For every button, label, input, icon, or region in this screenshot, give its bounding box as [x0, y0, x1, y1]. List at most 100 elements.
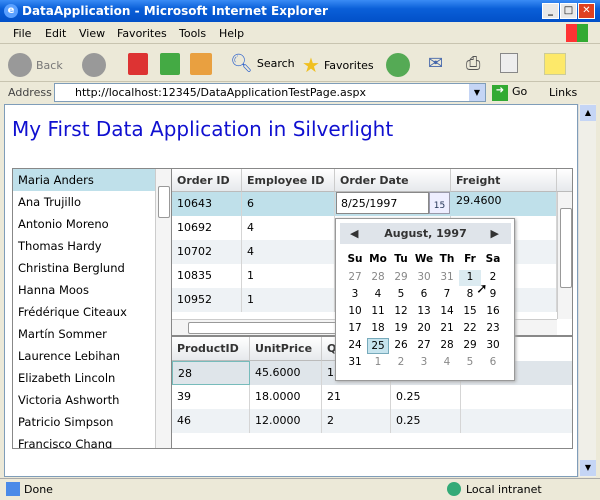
- calendar-day[interactable]: 6: [482, 355, 504, 371]
- refresh-button[interactable]: [160, 53, 180, 75]
- column-header[interactable]: Order ID: [172, 169, 242, 192]
- calendar-day[interactable]: 26: [390, 338, 412, 354]
- order-date-input[interactable]: 8/25/1997: [336, 192, 429, 214]
- column-header[interactable]: Freight: [451, 169, 557, 192]
- page-scrollbar[interactable]: ▲ ▼: [578, 104, 596, 477]
- table-cell: 12.0000: [250, 409, 322, 433]
- minimize-button[interactable]: _: [542, 3, 559, 19]
- calendar-day[interactable]: 12: [390, 304, 412, 320]
- menu-help[interactable]: Help: [219, 27, 244, 40]
- calendar-day[interactable]: 31: [344, 355, 366, 371]
- calendar-day[interactable]: 15: [459, 304, 481, 320]
- scroll-down-button[interactable]: ▼: [580, 460, 596, 476]
- print-button[interactable]: ⎙: [466, 53, 480, 74]
- calendar-day[interactable]: 19: [390, 321, 412, 337]
- calendar-day[interactable]: 4: [367, 287, 389, 303]
- table-cell: 18.0000: [250, 385, 322, 409]
- search-button[interactable]: 🔍︎ Search: [230, 53, 295, 74]
- prev-month-button[interactable]: ◀: [350, 227, 358, 240]
- calendar-day[interactable]: 5: [459, 355, 481, 371]
- column-header[interactable]: ProductID: [172, 337, 250, 361]
- calendar-day[interactable]: 1: [367, 355, 389, 371]
- calendar-day[interactable]: 4: [436, 355, 458, 371]
- orders-vertical-scrollbar[interactable]: [557, 192, 572, 319]
- calendar-day[interactable]: 11: [367, 304, 389, 320]
- calendar-day[interactable]: 30: [413, 270, 435, 286]
- calendar-icon: 15: [433, 201, 446, 211]
- customer-list-item[interactable]: Ana Trujillo: [13, 191, 172, 213]
- stop-button[interactable]: [128, 53, 148, 75]
- calendar-day[interactable]: 29: [390, 270, 412, 286]
- calendar-day[interactable]: 29: [459, 338, 481, 354]
- links-button[interactable]: Links: [549, 86, 577, 99]
- calendar-day[interactable]: 13: [413, 304, 435, 320]
- menu-tools[interactable]: Tools: [179, 27, 206, 40]
- calendar-month-title[interactable]: August, 1997: [384, 227, 466, 240]
- calendar-day[interactable]: 5: [390, 287, 412, 303]
- forward-button[interactable]: [82, 53, 106, 77]
- column-header[interactable]: UnitPrice: [250, 337, 322, 361]
- customer-list-item[interactable]: Francisco Chang: [13, 433, 172, 448]
- customer-list-item[interactable]: Martín Sommer: [13, 323, 172, 345]
- calendar-day[interactable]: 18: [367, 321, 389, 337]
- window-title: DataApplication - Microsoft Internet Exp…: [22, 4, 328, 18]
- list-scrollbar[interactable]: [155, 169, 172, 448]
- calendar-day[interactable]: 3: [413, 355, 435, 371]
- edit-button[interactable]: [500, 53, 518, 73]
- maximize-button[interactable]: □: [560, 3, 577, 19]
- calendar-day[interactable]: 31: [436, 270, 458, 286]
- calendar-day[interactable]: 25: [367, 338, 389, 354]
- column-header[interactable]: Employee ID: [242, 169, 335, 192]
- customer-list-item[interactable]: Elizabeth Lincoln: [13, 367, 172, 389]
- calendar-day[interactable]: 27: [413, 338, 435, 354]
- calendar-day[interactable]: 27: [344, 270, 366, 286]
- calendar-day[interactable]: 30: [482, 338, 504, 354]
- customer-list-item[interactable]: Antonio Moreno: [13, 213, 172, 235]
- menu-favorites[interactable]: Favorites: [117, 27, 167, 40]
- table-cell: 10643: [172, 192, 242, 216]
- calendar-day[interactable]: 24: [344, 338, 366, 354]
- calendar-day[interactable]: 6: [413, 287, 435, 303]
- calendar-day[interactable]: 20: [413, 321, 435, 337]
- menu-view[interactable]: View: [79, 27, 105, 40]
- close-button[interactable]: ✕: [578, 3, 595, 19]
- calendar-day[interactable]: 16: [482, 304, 504, 320]
- calendar-day[interactable]: 28: [367, 270, 389, 286]
- customer-list-item[interactable]: Patricio Simpson: [13, 411, 172, 433]
- calendar-day[interactable]: 17: [344, 321, 366, 337]
- calendar-day[interactable]: 2: [390, 355, 412, 371]
- calendar-day[interactable]: 7: [436, 287, 458, 303]
- home-button[interactable]: [190, 53, 212, 75]
- customer-list-item[interactable]: Laurence Lebihan: [13, 345, 172, 367]
- customer-list-item[interactable]: Christina Berglund: [13, 257, 172, 279]
- go-button[interactable]: ➜ Go: [492, 85, 527, 101]
- scroll-up-button[interactable]: ▲: [580, 105, 596, 121]
- calendar-day[interactable]: 28: [436, 338, 458, 354]
- address-dropdown-icon[interactable]: ▼: [469, 84, 485, 101]
- calendar-day[interactable]: 14: [436, 304, 458, 320]
- column-header[interactable]: Order Date: [335, 169, 451, 192]
- customer-list-item[interactable]: Hanna Moos: [13, 279, 172, 301]
- calendar-button[interactable]: 15: [429, 192, 450, 214]
- mail-button[interactable]: ✉: [428, 53, 443, 74]
- customer-list-item[interactable]: Maria Anders: [13, 169, 172, 191]
- calendar-day[interactable]: 22: [459, 321, 481, 337]
- customer-list-item[interactable]: Victoria Ashworth: [13, 389, 172, 411]
- calendar-day[interactable]: 21: [436, 321, 458, 337]
- next-month-button[interactable]: ▶: [491, 227, 499, 240]
- back-button[interactable]: Back: [8, 53, 63, 77]
- scroll-thumb[interactable]: [560, 208, 572, 288]
- calendar-day[interactable]: 10: [344, 304, 366, 320]
- menu-file[interactable]: File: [13, 27, 31, 40]
- favorites-button[interactable]: ★ Favorites: [302, 53, 374, 77]
- messenger-button[interactable]: [544, 53, 566, 75]
- customer-list-item[interactable]: Frédérique Citeaux: [13, 301, 172, 323]
- customer-list-item[interactable]: Thomas Hardy: [13, 235, 172, 257]
- menu-edit[interactable]: Edit: [45, 27, 66, 40]
- history-button[interactable]: [386, 53, 410, 77]
- calendar-day[interactable]: 23: [482, 321, 504, 337]
- list-scroll-thumb[interactable]: [158, 186, 170, 218]
- customer-list[interactable]: Maria Anders Ana Trujillo Antonio Moreno Th…: [12, 168, 173, 449]
- calendar-day[interactable]: 3: [344, 287, 366, 303]
- address-input[interactable]: http://localhost:12345/DataApplicationTe…: [54, 83, 486, 102]
